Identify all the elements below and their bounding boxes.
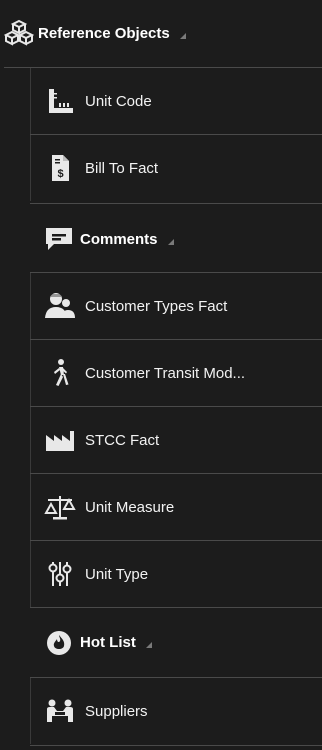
tree-item-label: Unit Code — [85, 92, 152, 110]
tree-item-label: Unit Measure — [85, 498, 175, 516]
tree-item-customer-types-fact[interactable]: Customer Types Fact — [30, 273, 322, 339]
divider — [30, 607, 322, 608]
group-comments[interactable]: Comments — [30, 207, 322, 271]
tree-item-unit-measure[interactable]: Unit Measure — [30, 474, 322, 540]
sliders-icon — [43, 557, 77, 591]
tree-item-unit-code[interactable]: Unit Code — [30, 68, 322, 134]
svg-text:$: $ — [57, 168, 63, 180]
users-icon — [43, 289, 77, 323]
tree-item-bill-to-fact[interactable]: $ Bill To Fact — [30, 135, 322, 201]
tree-item-suppliers[interactable]: Suppliers — [30, 678, 322, 744]
tree-item-label: Customer Transit Mod... — [85, 364, 246, 382]
comment-icon — [44, 224, 74, 254]
cubes-icon — [4, 18, 34, 48]
handshake-icon — [43, 694, 77, 728]
group-hot-list[interactable]: Hot List — [30, 610, 322, 674]
divider — [30, 203, 322, 204]
tree-item-label: Customer Types Fact — [85, 297, 228, 315]
fire-icon — [44, 627, 74, 657]
tree-item-label: Bill To Fact — [85, 159, 159, 177]
caret-icon[interactable] — [179, 33, 186, 39]
tree-item-unit-type[interactable]: Unit Type — [30, 541, 322, 607]
group-label: Comments — [80, 230, 158, 248]
industry-icon — [43, 423, 77, 457]
group-label: Reference Objects — [38, 24, 170, 42]
caret-icon[interactable] — [145, 642, 152, 648]
divider — [30, 745, 322, 746]
reference-tree-panel: Reference Objects Unit Code $ Bill To Fa… — [0, 0, 322, 750]
invoice-dollar-icon: $ — [43, 151, 77, 185]
walking-icon — [43, 356, 77, 390]
tree-item-label: Unit Type — [85, 565, 149, 583]
tree-item-label: Suppliers — [85, 702, 148, 720]
tree-item-customer-transit-mode[interactable]: Customer Transit Mod... — [30, 340, 322, 406]
barcode-icon — [43, 84, 77, 118]
group-label: Hot List — [80, 633, 136, 651]
caret-icon[interactable] — [167, 239, 174, 245]
balance-scale-icon — [43, 490, 77, 524]
tree-item-stcc-fact[interactable]: STCC Fact — [30, 407, 322, 473]
group-reference-objects[interactable]: Reference Objects — [0, 0, 322, 66]
tree-item-label: STCC Fact — [85, 431, 160, 449]
